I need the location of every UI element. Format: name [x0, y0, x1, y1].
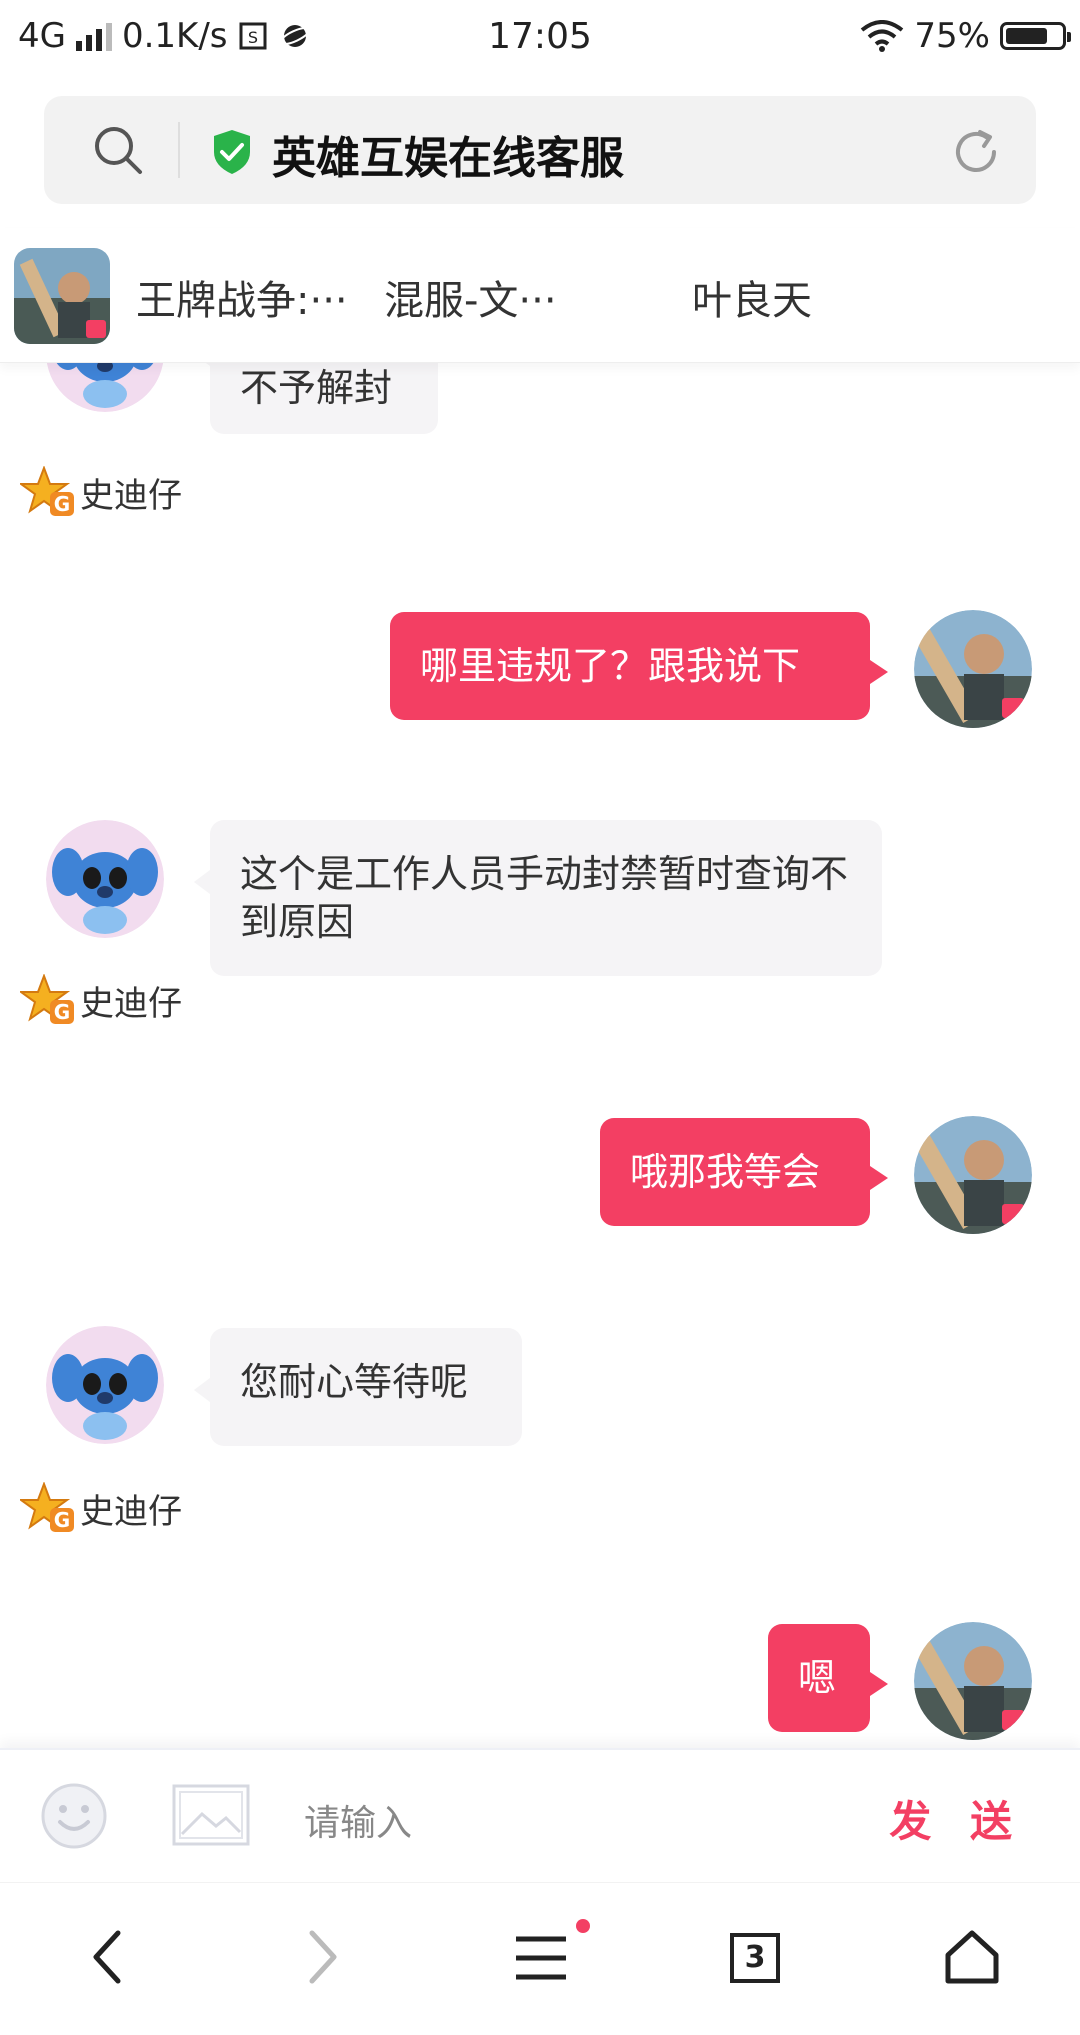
- chat-messages[interactable]: 不予解封 G 史迪仔 哪里违规了？跟我说下 这个是工作人员手动封禁暂时查询不到原…: [0, 362, 1080, 1748]
- tabs-button[interactable]: 3: [730, 1933, 780, 1983]
- message-input[interactable]: 请输入: [304, 1794, 412, 1846]
- back-icon[interactable]: [88, 1927, 128, 1987]
- agent-badge-icon: G: [20, 974, 74, 1024]
- server-name: 混服-文···: [384, 278, 557, 324]
- agent-avatar: [46, 362, 164, 412]
- svg-text:G: G: [54, 1000, 70, 1024]
- user-message: 嗯: [768, 1624, 888, 1732]
- agent-badge-icon: G: [20, 466, 74, 516]
- agent-message: 这个是工作人员手动封禁暂时查询不到原因: [194, 820, 882, 976]
- agent-name: 史迪仔: [80, 983, 182, 1024]
- agent-message: 不予解封: [194, 362, 438, 434]
- game-icon: [14, 248, 110, 344]
- send-button[interactable]: 发 送: [889, 1788, 1024, 1849]
- search-icon[interactable]: [92, 124, 144, 176]
- battery-percent: 75%: [914, 16, 990, 56]
- home-icon[interactable]: [944, 1929, 1000, 1985]
- user-avatar: [914, 1622, 1032, 1740]
- agent-name: 史迪仔: [80, 1491, 182, 1532]
- wifi-icon: [861, 20, 904, 52]
- svg-text:G: G: [54, 1508, 70, 1532]
- agent-badge-icon: G: [20, 1482, 74, 1532]
- address-bar[interactable]: 英雄互娱在线客服: [44, 96, 1036, 204]
- agent-name-row: G 史迪仔: [20, 466, 182, 518]
- battery-icon: [1000, 22, 1071, 50]
- user-message: 哦那我等会: [600, 1118, 888, 1226]
- svg-text:G: G: [54, 492, 70, 516]
- notification-dot: [576, 1919, 590, 1933]
- game-title: 王牌战争:···: [136, 278, 348, 324]
- agent-avatar: [46, 820, 164, 938]
- shield-icon: [214, 130, 250, 174]
- page-title: 英雄互娱在线客服: [272, 133, 624, 184]
- agent-name-row: G 史迪仔: [20, 1482, 182, 1534]
- agent-name: 史迪仔: [80, 475, 182, 516]
- message-input-bar: 请输入 发 送: [0, 1748, 1080, 1884]
- agent-message: 您耐心等待呢: [194, 1328, 522, 1446]
- user-avatar: [914, 1116, 1032, 1234]
- image-upload-icon[interactable]: [172, 1784, 250, 1846]
- emoji-icon[interactable]: [40, 1782, 108, 1850]
- status-bar: 4G 0.1K/s S 17:05 75%: [0, 0, 1080, 74]
- browser-bottom-nav: 3: [0, 1882, 1080, 2035]
- agent-name-row: G 史迪仔: [20, 974, 182, 1026]
- divider: [178, 122, 180, 178]
- forward-icon[interactable]: [302, 1927, 342, 1987]
- menu-icon[interactable]: [514, 1935, 568, 1981]
- game-info-bar: 王牌战争:··· 混服-文··· 叶良天: [0, 228, 1080, 363]
- agent-avatar: [46, 1326, 164, 1444]
- player-name: 叶良天: [692, 278, 812, 324]
- user-message: 哪里违规了？跟我说下: [390, 612, 888, 720]
- reload-icon[interactable]: [950, 126, 1002, 178]
- user-avatar: [914, 610, 1032, 728]
